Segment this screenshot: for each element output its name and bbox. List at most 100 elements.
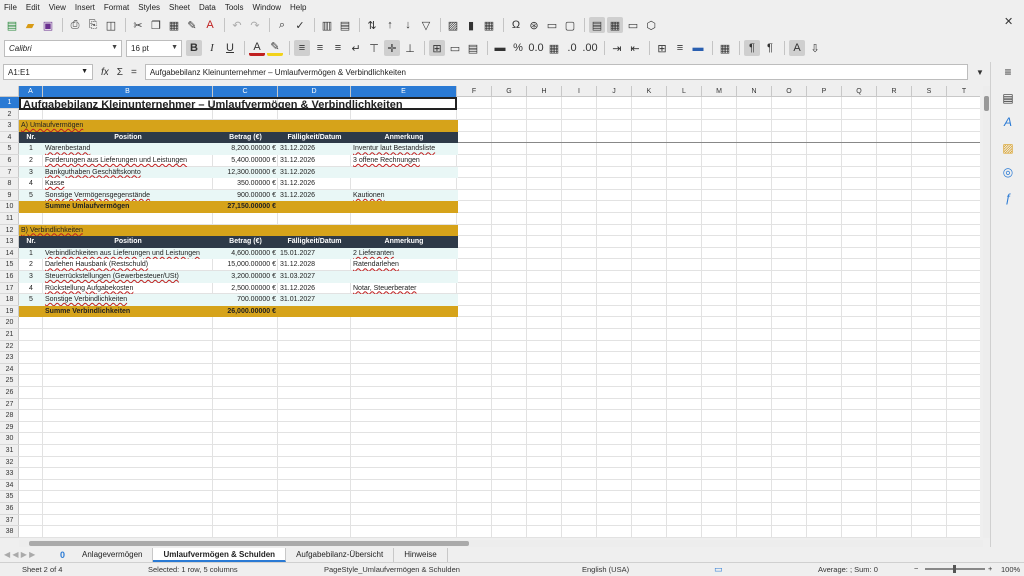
print-icon[interactable]: ⎘: [85, 17, 101, 33]
formula-input[interactable]: Aufgabebilanz Kleinunternehmer – Umlaufv…: [144, 64, 968, 80]
freeze-rows-columns-icon[interactable]: ▦: [607, 17, 623, 33]
sum-verb-value[interactable]: 26,000.00000 €: [213, 306, 278, 318]
right-to-left-icon[interactable]: ¶: [762, 40, 778, 56]
navigator-icon[interactable]: ◎: [1000, 164, 1016, 180]
column-header-p[interactable]: P: [807, 86, 842, 97]
chevron-down-icon[interactable]: ▼: [81, 68, 88, 75]
cell-betrag[interactable]: 350.00000 €: [213, 178, 278, 190]
cell-nr[interactable]: 4: [19, 178, 43, 190]
insert-chart-icon[interactable]: ▮: [463, 17, 479, 33]
cell-area[interactable]: Aufgabebilanz Kleinunternehmer – Umlaufv…: [19, 97, 980, 538]
column-header-g[interactable]: G: [492, 86, 527, 97]
row-header-30[interactable]: 30: [0, 433, 19, 445]
tab-navigation[interactable]: ◀ ◀ ▶ ▶: [0, 547, 60, 562]
menu-icon[interactable]: ≡: [1000, 64, 1016, 80]
special-character-icon[interactable]: Ω: [508, 17, 524, 33]
row-header-22[interactable]: 22: [0, 341, 19, 353]
cell-nr[interactable]: 3: [19, 167, 43, 179]
currency-format-icon[interactable]: ▬: [492, 40, 508, 56]
cell-position[interactable]: Rückstellung Aufgabekosten: [43, 283, 213, 295]
sort-ascending-icon[interactable]: ↑: [382, 17, 398, 33]
underline-icon[interactable]: U: [222, 40, 238, 56]
redo-icon[interactable]: ↷: [247, 17, 263, 33]
cell-betrag[interactable]: 3,200.00000 €: [213, 271, 278, 283]
number-format-icon[interactable]: 0.0: [528, 40, 544, 56]
add-sheet-button[interactable]: 0: [60, 550, 72, 560]
column-header-c[interactable]: C: [213, 86, 278, 97]
row-header-16[interactable]: 16: [0, 271, 19, 283]
font-name-combo[interactable]: Calibri ▼: [4, 39, 122, 57]
header-position[interactable]: Position: [43, 236, 213, 248]
row-header-17[interactable]: 17: [0, 283, 19, 295]
row-header-10[interactable]: 10: [0, 201, 19, 213]
new-document-icon[interactable]: ▤: [4, 17, 20, 33]
functions-icon[interactable]: ƒ: [1000, 190, 1016, 206]
menu-edit[interactable]: Edit: [26, 3, 40, 12]
paste-icon[interactable]: ▦: [166, 17, 182, 33]
decrease-indent-icon[interactable]: ⇤: [627, 40, 643, 56]
save-icon[interactable]: ▣: [40, 17, 56, 33]
row-header-13[interactable]: 13: [0, 236, 19, 248]
comment-icon[interactable]: ▭: [544, 17, 560, 33]
section-verbindlichkeiten[interactable]: B) Verbindlichkeiten: [19, 225, 457, 237]
increase-indent-icon[interactable]: ⇥: [609, 40, 625, 56]
sum-verb-label[interactable]: Summe Verbindlichkeiten: [43, 306, 213, 318]
row-header-28[interactable]: 28: [0, 410, 19, 422]
scrollbar-thumb[interactable]: [29, 541, 469, 546]
cell-position[interactable]: Darlehen Hausbank (Restschuld): [43, 259, 213, 271]
export-pdf-icon[interactable]: ⎙: [67, 17, 83, 33]
chevron-down-icon[interactable]: ▼: [171, 44, 178, 51]
vertical-scrollbar[interactable]: [983, 86, 990, 538]
column-header-f[interactable]: F: [457, 86, 492, 97]
menu-help[interactable]: Help: [290, 3, 306, 12]
cell-betrag[interactable]: 8,200.00000 €: [213, 143, 278, 155]
row-header-4[interactable]: 4: [0, 132, 19, 144]
align-left-icon[interactable]: ≡: [294, 40, 310, 56]
menu-tools[interactable]: Tools: [225, 3, 244, 12]
column-header-e[interactable]: E: [351, 86, 457, 97]
row-icon[interactable]: ▥: [319, 17, 335, 33]
cell-betrag[interactable]: 5,400.00000 €: [213, 155, 278, 167]
align-right-icon[interactable]: ≡: [330, 40, 346, 56]
cell-position[interactable]: Steuerrückstellungen (Gewerbesteuer/USt): [43, 271, 213, 283]
header-faelligkeit[interactable]: Fälligkeit/Datum: [278, 132, 351, 144]
header-position[interactable]: Position: [43, 132, 213, 144]
row-header-37[interactable]: 37: [0, 515, 19, 527]
spreadsheet-grid[interactable]: ABCDEFGHIJKLMNOPQRST 1 2 3 4 5 6 7 8 9 10 11 12 13 14…: [0, 86, 980, 538]
tab-umlaufvermoegen-schulden[interactable]: Umlaufvermögen & Schulden: [153, 547, 287, 562]
clone-formatting-icon[interactable]: ✎: [184, 17, 200, 33]
column-header-k[interactable]: K: [632, 86, 667, 97]
column-header-m[interactable]: M: [702, 86, 737, 97]
row-header-35[interactable]: 35: [0, 491, 19, 503]
text-direction-icon[interactable]: A: [789, 40, 805, 56]
menu-view[interactable]: View: [49, 3, 66, 12]
row-header-12[interactable]: 12: [0, 225, 19, 237]
align-top-icon[interactable]: ⊤: [366, 40, 382, 56]
cell-betrag[interactable]: 15,000.00000 €: [213, 259, 278, 271]
column-header-s[interactable]: S: [912, 86, 947, 97]
header-anmerkung[interactable]: Anmerkung: [351, 132, 457, 144]
row-header-38[interactable]: 38: [0, 526, 19, 538]
row-header-18[interactable]: 18: [0, 294, 19, 306]
row-header-36[interactable]: 36: [0, 503, 19, 515]
align-middle-icon[interactable]: ✛: [384, 40, 400, 56]
percent-format-icon[interactable]: %: [510, 40, 526, 56]
cell-datum[interactable]: 15.01.2027: [278, 248, 351, 260]
cell-datum[interactable]: 31.12.2028: [278, 259, 351, 271]
cell-datum[interactable]: 31.12.2026: [278, 283, 351, 295]
insert-image-icon[interactable]: ▨: [445, 17, 461, 33]
sum-icon[interactable]: Σ: [117, 67, 123, 78]
cell-anmerkung[interactable]: 3 offene Rechnungen: [351, 155, 457, 167]
row-header-26[interactable]: 26: [0, 387, 19, 399]
zoom-in-icon[interactable]: +: [988, 564, 992, 573]
row-header-9[interactable]: 9: [0, 190, 19, 202]
hyperlink-icon[interactable]: ⊛: [526, 17, 542, 33]
cell-anmerkung[interactable]: Notar, Steuerberater: [351, 283, 457, 295]
cell-anmerkung[interactable]: Inventur laut Bestandsliste: [351, 143, 457, 155]
spelling-icon[interactable]: ✓: [292, 17, 308, 33]
sum-umlauf-value[interactable]: 27,150.00000 €: [213, 201, 278, 213]
merge-cells-icon[interactable]: ▭: [447, 40, 463, 56]
cell-position[interactable]: Warenbestand: [43, 143, 213, 155]
header-betrag[interactable]: Betrag (€): [213, 132, 278, 144]
sort-icon[interactable]: ⇅: [364, 17, 380, 33]
